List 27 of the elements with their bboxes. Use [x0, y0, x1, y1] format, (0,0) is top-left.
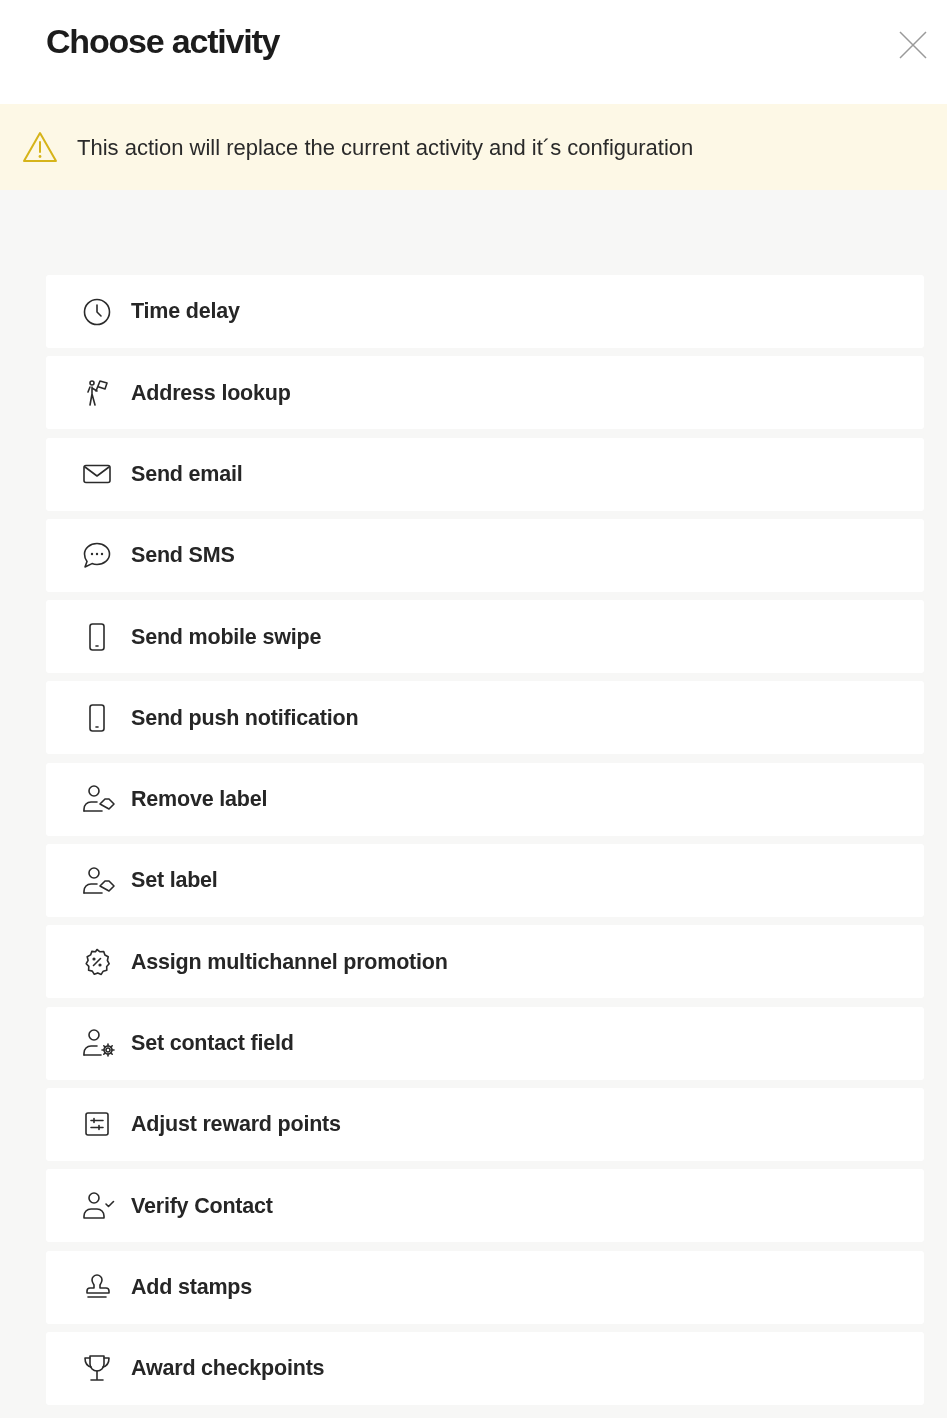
activity-item[interactable]: Verify Contact: [46, 1169, 924, 1243]
activity-item[interactable]: Assign multichannel promotion: [46, 925, 924, 999]
activity-item[interactable]: Send SMS: [46, 518, 924, 592]
trophy-icon: [82, 1353, 112, 1384]
clock-icon: [82, 296, 112, 327]
activity-item[interactable]: Address lookup: [46, 356, 924, 430]
activity-item[interactable]: Remove label: [46, 762, 924, 836]
chat-bubble-icon: [82, 540, 112, 571]
close-button[interactable]: [897, 29, 929, 61]
warning-icon: [22, 131, 58, 163]
dialog-title: Choose activity: [46, 21, 280, 62]
user-check-icon: [82, 1190, 116, 1221]
activity-item[interactable]: Send email: [46, 437, 924, 511]
user-tag-icon: [82, 784, 116, 815]
activity-item[interactable]: Send mobile swipe: [46, 600, 924, 674]
close-icon: [899, 31, 927, 59]
activity-item[interactable]: Award checkpoints: [46, 1331, 924, 1405]
activity-item[interactable]: Set contact field: [46, 1006, 924, 1080]
activity-item[interactable]: Send push notification: [46, 681, 924, 755]
user-tag-icon: [82, 865, 116, 896]
activity-item[interactable]: Adjust reward points: [46, 1087, 924, 1161]
user-gear-icon: [82, 1028, 116, 1059]
activity-item[interactable]: Time delay: [46, 275, 924, 348]
percent-badge-icon: [82, 946, 112, 977]
activity-item[interactable]: Set label: [46, 844, 924, 918]
activity-item[interactable]: Add stamps: [46, 1250, 924, 1324]
warning-text: This action will replace the current activity and it´s configuration: [77, 133, 694, 162]
